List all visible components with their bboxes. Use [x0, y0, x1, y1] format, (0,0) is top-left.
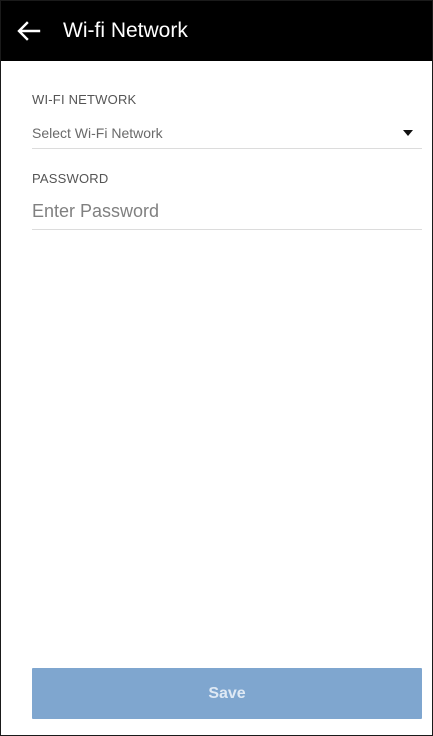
caret-down-icon: [403, 130, 413, 136]
page-title: Wi-fi Network: [63, 19, 188, 42]
wifi-network-selected-value: Select Wi-Fi Network: [32, 125, 163, 141]
wifi-network-label: WI-FI NETWORK: [32, 92, 137, 107]
app-bar: Wi-fi Network: [1, 1, 432, 61]
wifi-network-field: WI-FI NETWORK Select Wi-Fi Network: [32, 92, 422, 149]
wifi-network-select[interactable]: Select Wi-Fi Network: [32, 120, 422, 146]
save-button[interactable]: Save: [32, 668, 422, 719]
wifi-network-screen: Wi-fi Network WI-FI NETWORK Select Wi-Fi…: [0, 0, 433, 736]
back-button[interactable]: [15, 17, 43, 45]
password-field: PASSWORD: [32, 171, 422, 230]
password-label: PASSWORD: [32, 171, 109, 186]
password-input[interactable]: [32, 198, 422, 224]
arrow-left-icon: [17, 21, 41, 41]
